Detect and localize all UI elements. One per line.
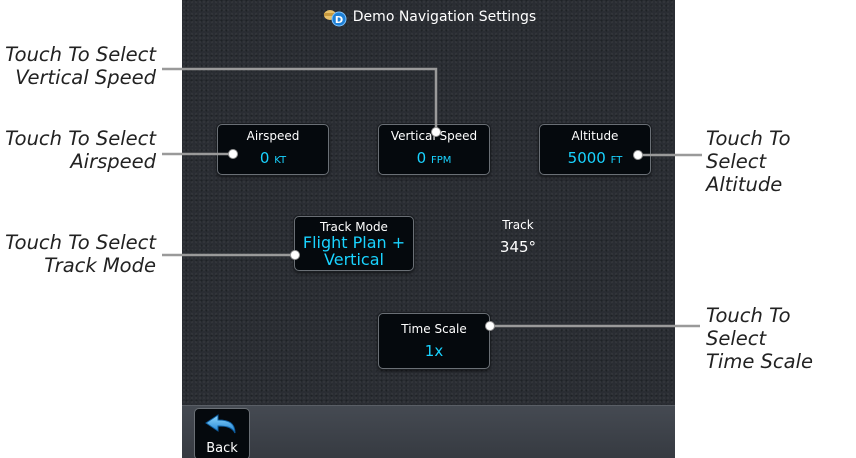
bottom-bar <box>182 405 675 458</box>
demo-navigation-icon: D <box>321 7 347 27</box>
callout-track-mode: Touch To Select Track Mode <box>5 231 156 277</box>
callout-time-scale: Touch To Select Time Scale <box>706 304 813 373</box>
airspeed-label: Airspeed <box>246 129 300 143</box>
track-mode-label: Track Mode <box>320 219 388 234</box>
page-title: Demo Navigation Settings <box>352 9 537 25</box>
airspeed-button[interactable]: Airspeed 0 KT <box>217 124 329 175</box>
time-scale-button[interactable]: Time Scale 1x <box>378 313 490 369</box>
back-button[interactable]: Back <box>194 408 250 458</box>
back-label: Back <box>206 441 238 456</box>
vertical-speed-value: 0 FPM <box>416 149 452 167</box>
track-mode-button[interactable]: Track Mode Flight Plan + Vertical <box>294 216 414 271</box>
callout-airspeed: Touch To Select Airspeed <box>5 127 156 173</box>
time-scale-label: Time Scale <box>401 322 467 336</box>
vertical-speed-label: Vertical Speed <box>390 129 478 143</box>
track-mode-value: Flight Plan + Vertical <box>302 232 406 269</box>
track-value: 345° <box>499 238 537 256</box>
altitude-label: Altitude <box>571 129 619 143</box>
callout-vertical-speed: Touch To Select Vertical Speed <box>5 43 156 89</box>
device-screen: D Demo Navigation Settings Airspeed 0 KT… <box>182 0 675 458</box>
track-readout: Track 345° <box>488 218 548 256</box>
svg-text:D: D <box>335 15 343 26</box>
vertical-speed-button[interactable]: Vertical Speed 0 FPM <box>378 124 490 175</box>
track-label: Track <box>502 218 534 232</box>
airspeed-value: 0 KT <box>259 149 287 167</box>
callout-altitude: Touch To Select Altitude <box>706 127 791 196</box>
time-scale-value: 1x <box>424 342 444 360</box>
altitude-value: 5000 FT <box>567 149 623 167</box>
back-arrow-icon <box>202 409 242 443</box>
title-bar: D Demo Navigation Settings <box>182 0 675 34</box>
altitude-button[interactable]: Altitude 5000 FT <box>539 124 651 175</box>
